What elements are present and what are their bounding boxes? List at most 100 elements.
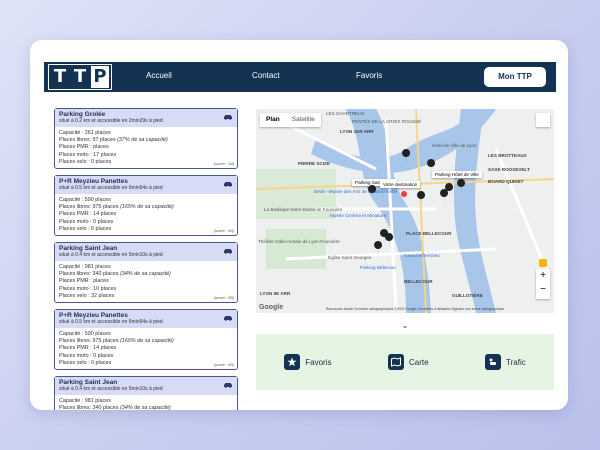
parking-distance: situé à 0.4 km et accessible en 5min10s …: [59, 386, 163, 393]
destination-popup[interactable]: Votre destination: [380, 181, 421, 188]
pegman-icon[interactable]: [539, 259, 547, 267]
parking-name: Parking Saint Jean: [59, 245, 118, 253]
logo-letter-t1: T: [51, 66, 69, 88]
parking-free-percent: (37% de sa capacité): [117, 137, 168, 144]
logo-letter-t2: T: [71, 66, 89, 88]
parking-velo: Places velo : 0 places: [59, 359, 112, 366]
nav-link-favoris[interactable]: Favoris: [356, 71, 382, 80]
map-label: BOARD QUINET: [488, 179, 524, 184]
fullscreen-icon[interactable]: [536, 113, 550, 127]
map-label: PLACE BELLECOUR: [406, 231, 452, 236]
parking-moto: Places moto : 0 places: [59, 218, 114, 225]
trafic-button[interactable]: Trafic: [485, 354, 526, 370]
parking-name: Parking Grolée: [59, 111, 106, 118]
bottom-action-bar: Favoris Carte Trafic: [256, 334, 554, 390]
parking-free-places: Places libres: 975 places (165% de sa ca…: [59, 338, 174, 345]
parking-name: Parking Saint Jean: [59, 379, 118, 387]
parking-velo: Places velo : 0 places: [59, 225, 112, 232]
zoom-out-icon[interactable]: −: [536, 283, 550, 297]
trafic-label: Trafic: [506, 357, 526, 367]
collapse-toggle-icon[interactable]: ⌄: [256, 319, 554, 333]
traffic-icon: [485, 354, 502, 370]
map-label: Théâtre Gallo-romain de Lyon-Fourvière: [258, 239, 340, 244]
map-label: BELLECOUR: [404, 279, 433, 284]
parking-distance: situé à 0.4 km et accessible en 5min10s …: [59, 252, 163, 259]
car-icon: [224, 249, 232, 254]
map-label: Musée Cinéma et Miniature: [330, 213, 387, 218]
parking-free-percent: (34% de sa capacité): [120, 271, 171, 278]
parking-details: Capacité : 981 places Places libres: 340…: [55, 261, 237, 302]
parking-velo: Places velo : 32 places: [59, 292, 115, 299]
parking-card-header: Parking Grolée situé à 0.2 km et accessi…: [55, 109, 237, 127]
map-marker-popup[interactable]: Parking Hôtel de Ville: [432, 171, 482, 178]
parking-card[interactable]: P+R Meyzieu Panettes situé à 0.5 km et a…: [54, 175, 238, 237]
parking-distance: situé à 0.5 km et accessible en 6min54s …: [59, 319, 163, 326]
app-window: T T P Accueil Contact Favoris Mon TTP Pa…: [30, 40, 568, 410]
parking-moto: Places moto : 10 places: [59, 285, 117, 292]
map-label: LES CHARTREUX: [326, 111, 365, 116]
parking-card-header: Parking Saint Jean situé à 0.4 km et acc…: [55, 377, 237, 396]
parking-details: Capacité : 590 places Places libres: 975…: [55, 194, 237, 235]
parking-details: Capacité : 590 places Places libres: 975…: [55, 328, 237, 369]
favoris-button[interactable]: Favoris: [284, 354, 331, 370]
map-label: LYON 1ER ARR: [340, 129, 374, 134]
map-label: Église Saint Georges: [328, 255, 372, 260]
parking-card[interactable]: P+R Meyzieu Panettes situé à 0.5 km et a…: [54, 309, 238, 371]
map-label: PIERRE SCIZE: [298, 161, 330, 166]
parking-card-header: P+R Meyzieu Panettes situé à 0.5 km et a…: [55, 176, 237, 195]
car-icon: [224, 182, 232, 187]
parking-capacity: Capacité : 981 places: [59, 264, 111, 271]
parking-card[interactable]: Parking Saint Jean situé à 0.4 km et acc…: [54, 376, 238, 410]
parking-card-header: P+R Meyzieu Panettes situé à 0.5 km et a…: [55, 310, 237, 329]
parking-score: (score : 89): [213, 294, 234, 300]
zoom-control[interactable]: + −: [536, 269, 550, 299]
tab-satellite[interactable]: Satellite: [286, 113, 321, 127]
parking-free-places: Places libres: 340 places (34% de sa cap…: [59, 271, 171, 278]
car-icon: [224, 316, 232, 321]
map-type-tabs: Plan Satellite: [260, 113, 321, 127]
map-label: Parking Bellecour: [360, 265, 397, 270]
parking-card-header: Parking Saint Jean situé à 0.4 km et acc…: [55, 243, 237, 262]
nav-link-contact[interactable]: Contact: [252, 71, 280, 80]
favoris-label: Favoris: [305, 357, 332, 367]
map-label: LYON 5E ARR: [260, 291, 291, 296]
map-label: LES BROTTEAUX: [488, 153, 527, 158]
parking-distance: situé à 0.5 km et accessible en 6min54s …: [59, 185, 163, 192]
parking-capacity: Capacité : 590 places: [59, 331, 111, 338]
parking-score: (score : 90): [213, 227, 234, 233]
map-label: Hôtel de Ville de Lyon: [432, 143, 477, 148]
parking-score: (score : 94): [213, 160, 234, 166]
map-label: Grand Hôtel-Dieu: [404, 253, 440, 258]
parking-pmr: Places PMR : places: [59, 144, 109, 151]
mon-ttp-button[interactable]: Mon TTP: [484, 67, 546, 87]
parking-score: (score : 90): [213, 361, 234, 367]
carte-label: Carte: [408, 357, 429, 367]
tab-plan[interactable]: Plan: [260, 113, 286, 127]
map-label: GUILLOTIÈRE: [452, 293, 483, 298]
parking-velo: Places velo : 0 places: [59, 158, 112, 165]
map-label: La Basilique Notre Dame de Fourvière: [264, 207, 343, 212]
parking-capacity: Capacité : 981 places: [59, 398, 111, 405]
nav-link-accueil[interactable]: Accueil: [146, 71, 172, 80]
star-icon: [284, 354, 301, 370]
parking-distance: situé à 0.2 km et accessible en 2min29s …: [59, 118, 163, 124]
map-view[interactable]: Plan Satellite + − LES CHARTREUX PENTES …: [256, 109, 554, 313]
parking-details: Capacité : 261 places Places libres: 97 …: [55, 127, 237, 168]
parking-card[interactable]: Parking Saint Jean situé à 0.4 km et acc…: [54, 242, 238, 304]
zoom-in-icon[interactable]: +: [536, 269, 550, 283]
map-label: MAM - Musée des Arts de la Marionnette: [314, 189, 398, 194]
map-icon: [387, 354, 404, 370]
parking-free-places: Places libres: 340 places (34% de sa cap…: [59, 405, 171, 410]
google-logo: Google: [259, 304, 284, 311]
parking-pmr: Places PMR : places: [59, 278, 109, 285]
parking-card[interactable]: Parking Grolée situé à 0.2 km et accessi…: [54, 108, 238, 170]
map-attribution[interactable]: Raccourcis clavier Données cartographiqu…: [326, 307, 504, 311]
parking-capacity: Capacité : 590 places: [59, 197, 111, 204]
ttp-logo[interactable]: T T P: [48, 64, 112, 90]
car-icon: [224, 383, 232, 388]
parking-free-places: Places libres: 97 places (37% de sa capa…: [59, 137, 168, 144]
parking-list[interactable]: Parking Grolée situé à 0.2 km et accessi…: [54, 108, 240, 410]
parking-free-places: Places libres: 975 places (165% de sa ca…: [59, 204, 174, 211]
parking-moto: Places moto : 17 places: [59, 151, 117, 158]
carte-button[interactable]: Carte: [387, 354, 429, 370]
